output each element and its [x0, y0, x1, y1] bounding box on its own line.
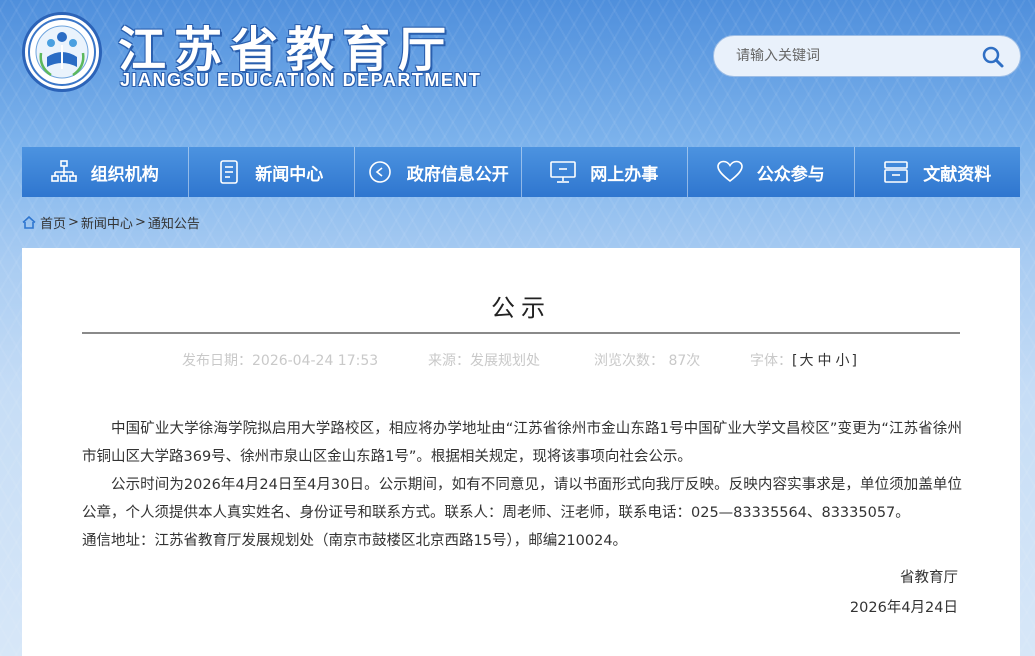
- archive-icon: [884, 161, 909, 183]
- font-medium-button[interactable]: 中: [817, 353, 831, 369]
- info-disclosure-icon: [368, 161, 391, 183]
- search-input[interactable]: [736, 48, 966, 64]
- title-divider: [82, 332, 960, 334]
- nav-item-label: 文献资料: [923, 164, 992, 185]
- nav-item-label: 新闻中心: [255, 164, 324, 185]
- department-logo[interactable]: [22, 12, 102, 92]
- sign-date: 2026年4月24日: [849, 600, 958, 616]
- nav-item-label: 公众参与: [756, 164, 825, 185]
- paragraph: 公示时间为2026年4月24日至4月30日。公示期间，如有不同意见，请以书面形式…: [82, 477, 962, 521]
- heart-icon: [716, 160, 743, 183]
- nav-item-online-service[interactable]: 网上办事: [522, 147, 688, 197]
- font-large-button[interactable]: 大: [799, 353, 813, 369]
- font-size-control: 字体：[大中小]: [750, 353, 857, 369]
- breadcrumb-home[interactable]: 首页: [40, 213, 66, 232]
- logo-emblem-icon: [28, 18, 96, 86]
- site-subtitle: JIANGSU EDUCATION DEPARTMENT: [120, 70, 482, 90]
- article-meta: 发布日期：2026-04-24 17:53 来源：发展规划处 浏览次数： 87次…: [182, 350, 857, 370]
- org-chart-icon: [50, 160, 77, 182]
- breadcrumb-separator: >: [68, 214, 79, 230]
- search-icon: [982, 46, 1004, 68]
- publish-date: 发布日期：2026-04-24 17:53: [182, 353, 379, 369]
- nav-item-label: 组织机构: [90, 164, 159, 185]
- article-title: 公示: [491, 294, 551, 322]
- nav-item-news[interactable]: 新闻中心: [189, 147, 355, 197]
- search-button[interactable]: [978, 42, 1008, 72]
- nav-item-organization[interactable]: 组织机构: [22, 147, 189, 197]
- monitor-icon: [550, 161, 577, 183]
- nav-item-info-disclosure[interactable]: 政府信息公开: [355, 147, 522, 197]
- breadcrumb-news-center[interactable]: 新闻中心: [81, 213, 133, 232]
- view-count: 浏览次数： 87次: [594, 353, 701, 369]
- search-box: [713, 35, 1021, 77]
- nav-item-documents[interactable]: 文献资料: [855, 147, 1021, 197]
- paragraph: 中国矿业大学徐海学院拟启用大学路校区，相应将办学地址由“江苏省徐州市金山东路1号…: [82, 421, 962, 465]
- news-document-icon: [220, 160, 239, 184]
- nav-item-public-participation[interactable]: 公众参与: [688, 147, 855, 197]
- home-icon: [22, 215, 36, 229]
- font-size-label: 字体：: [750, 353, 792, 369]
- signer: 省教育厅: [900, 570, 958, 586]
- main-nav: 组织机构 新闻中心 政府信息公开 网上办事 公众参与 文献资料: [22, 147, 1020, 197]
- breadcrumb: 首页 > 新闻中心 > 通知公告: [22, 213, 200, 232]
- nav-item-label: 网上办事: [590, 164, 659, 185]
- font-small-button[interactable]: 小: [835, 353, 849, 369]
- article-body: 中国矿业大学徐海学院拟启用大学路校区，相应将办学地址由“江苏省徐州市金山东路1号…: [82, 415, 962, 555]
- breadcrumb-separator: >: [134, 214, 146, 230]
- article-panel: 公示 发布日期：2026-04-24 17:53 来源：发展规划处 浏览次数： …: [22, 248, 1020, 656]
- breadcrumb-notices[interactable]: 通知公告: [148, 213, 200, 232]
- nav-item-label: 政府信息公开: [406, 164, 509, 185]
- article-source: 来源：发展规划处: [428, 353, 540, 369]
- paragraph: 通信地址：江苏省教育厅发展规划处（南京市鼓楼区北京西路15号），邮编210024…: [82, 533, 628, 549]
